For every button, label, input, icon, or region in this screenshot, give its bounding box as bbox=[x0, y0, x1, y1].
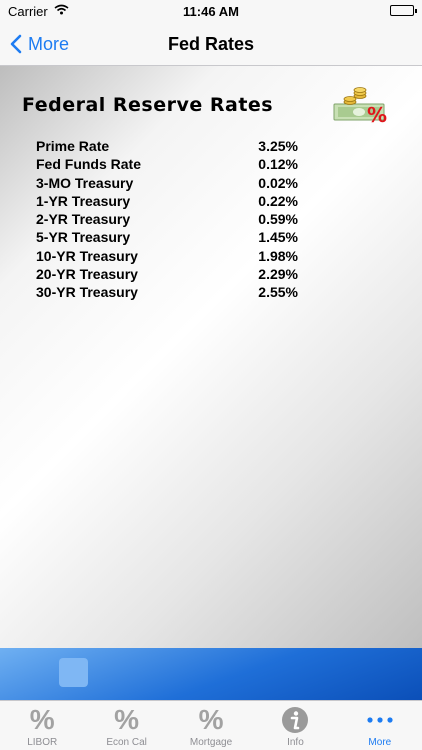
rate-label: 10-YR Treasury bbox=[36, 247, 138, 264]
tab-label: More bbox=[368, 737, 392, 748]
rate-value: 1.98% bbox=[258, 247, 298, 264]
rate-row: 3-MO Treasury 0.02% bbox=[36, 175, 298, 193]
rate-label: 30-YR Treasury bbox=[36, 284, 138, 301]
rate-value: 0.12% bbox=[258, 156, 298, 173]
rate-label: 20-YR Treasury bbox=[36, 266, 138, 283]
status-time: 11:46 AM bbox=[183, 4, 239, 19]
navigation-bar: More Fed Rates bbox=[0, 22, 422, 66]
rates-table: Prime Rate 3.25% Fed Funds Rate 0.12% 3-MO T… bbox=[36, 138, 298, 303]
more-icon bbox=[338, 706, 422, 734]
rate-row: Fed Funds Rate 0.12% bbox=[36, 156, 298, 174]
percent-icon: % bbox=[29, 704, 55, 735]
rate-row: 20-YR Treasury 2.29% bbox=[36, 266, 298, 284]
rate-row: 5-YR Treasury 1.45% bbox=[36, 229, 298, 247]
rate-value: 0.22% bbox=[258, 192, 298, 209]
ad-icon bbox=[59, 658, 88, 687]
rates-heading: Federal Reserve Rates bbox=[22, 94, 274, 116]
rate-label: 1-YR Treasury bbox=[36, 192, 131, 209]
percent-icon: % bbox=[114, 704, 140, 735]
rate-row: 2-YR Treasury 0.59% bbox=[36, 211, 298, 229]
ad-banner[interactable]: iAd bbox=[0, 648, 422, 714]
tab-more[interactable]: More bbox=[338, 701, 422, 750]
rate-row: 30-YR Treasury 2.55% bbox=[36, 284, 298, 302]
tab-info[interactable]: Info bbox=[253, 701, 337, 750]
rate-value: 2.55% bbox=[258, 284, 298, 301]
rate-value: 3.25% bbox=[258, 138, 298, 154]
rate-value: 2.29% bbox=[258, 266, 298, 283]
rates-panel: Federal Reserve Rates % Prime Rate 3.25% F… bbox=[0, 66, 422, 648]
battery-icon bbox=[390, 5, 417, 16]
svg-text:%: % bbox=[367, 103, 387, 126]
rate-label: 3-MO Treasury bbox=[36, 174, 134, 191]
rate-row: 1-YR Treasury 0.22% bbox=[36, 193, 298, 211]
page-title: Fed Rates bbox=[167, 34, 255, 54]
rate-value: 1.45% bbox=[258, 229, 298, 246]
tab-label: Mortgage bbox=[189, 737, 233, 748]
tab-bar: % LIBOR% Econ Cal% Mortgage Info More bbox=[0, 700, 422, 750]
info-icon bbox=[253, 706, 337, 734]
rate-label: Prime Rate bbox=[36, 138, 110, 154]
money-percent-icon: % bbox=[333, 87, 387, 126]
tab-mortgage[interactable]: % Mortgage bbox=[169, 701, 253, 750]
tab-label: Econ Cal bbox=[106, 737, 147, 748]
rate-label: Fed Funds Rate bbox=[36, 156, 142, 173]
tab-econ-cal[interactable]: % Econ Cal bbox=[84, 701, 168, 750]
rate-row: 10-YR Treasury 1.98% bbox=[36, 248, 298, 266]
rate-value: 0.59% bbox=[258, 211, 298, 228]
tab-libor[interactable]: % LIBOR bbox=[0, 701, 84, 750]
rate-value: 0.02% bbox=[258, 174, 298, 191]
tab-label: Info bbox=[287, 737, 304, 748]
tab-label: LIBOR bbox=[27, 737, 58, 748]
rate-label: 2-YR Treasury bbox=[36, 211, 131, 228]
rate-row: Prime Rate 3.25% bbox=[36, 138, 298, 156]
status-bar: Carrier 11:46 AM bbox=[0, 0, 422, 22]
rate-label: 5-YR Treasury bbox=[36, 229, 131, 246]
percent-icon: % bbox=[198, 704, 224, 735]
